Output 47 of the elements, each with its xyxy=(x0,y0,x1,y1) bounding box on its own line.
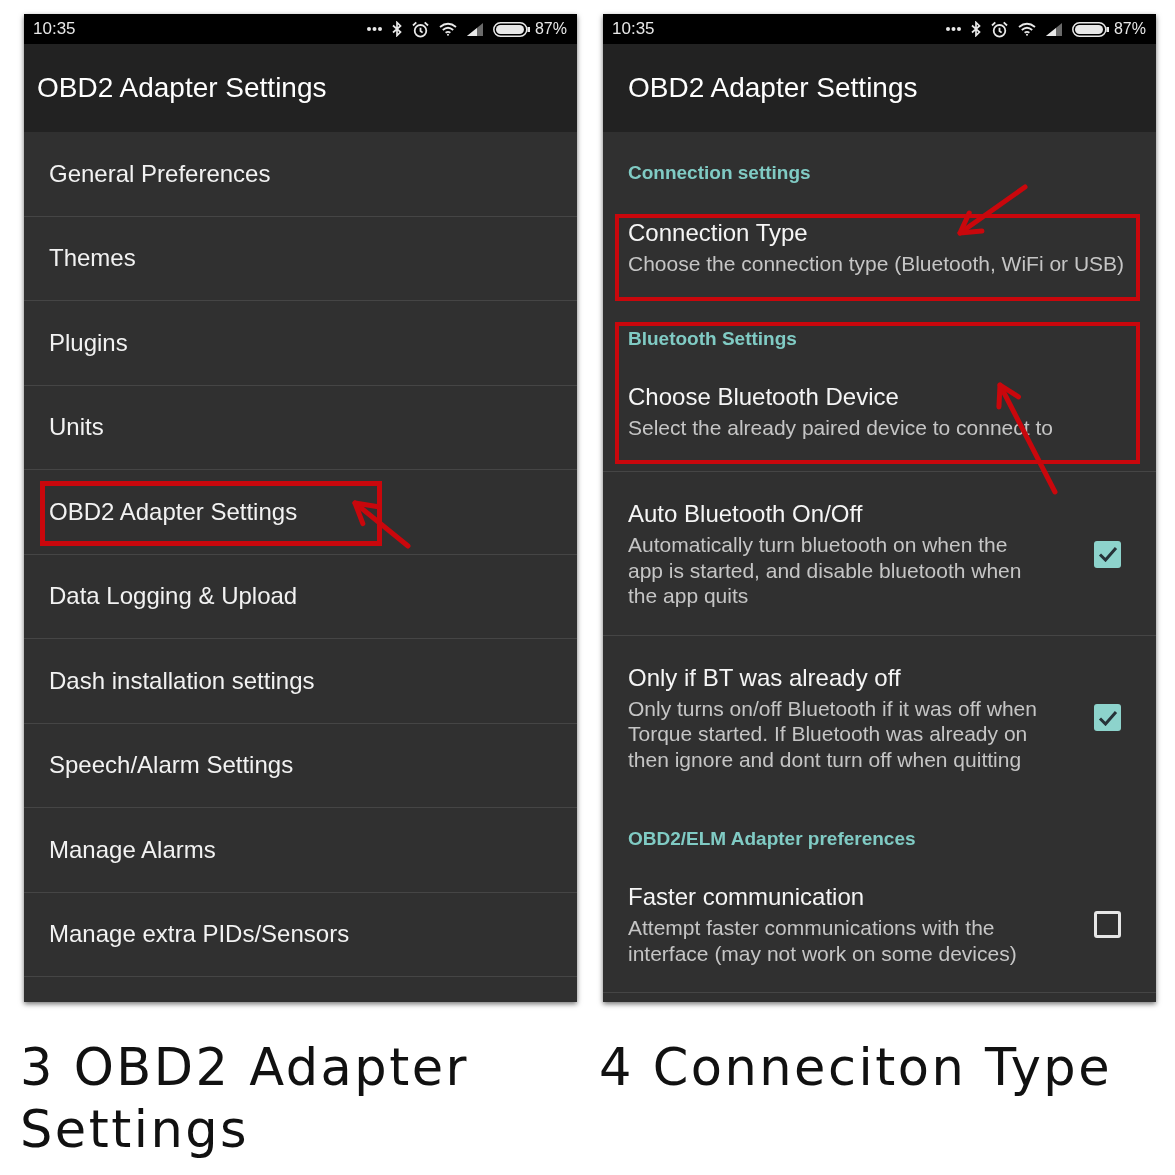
category-header: Connection settings xyxy=(627,161,812,185)
menu-item[interactable]: General Preferences xyxy=(24,132,577,216)
menu-item[interactable]: Speech/Alarm Settings xyxy=(24,723,577,807)
battery-icon xyxy=(492,21,530,37)
battery-percentage: 87% xyxy=(1113,20,1146,38)
menu-item[interactable]: Manage extra PIDs/Sensors xyxy=(24,892,577,976)
setting-summary: Attempt faster communications with the interface (may not work on some devices) xyxy=(628,915,1018,966)
setting-summary: Automatically turn bluetooth on when the app is started, and disable bluetooth when the app quits xyxy=(628,532,1023,609)
alarm-clock-icon xyxy=(411,20,429,38)
signal-icon xyxy=(1045,22,1062,36)
menu-item[interactable]: Themes xyxy=(24,216,577,300)
setting-title[interactable]: Faster communication xyxy=(628,883,1043,911)
wifi-icon xyxy=(1017,22,1036,36)
checkbox[interactable] xyxy=(1094,540,1121,568)
checkbox[interactable] xyxy=(1094,704,1121,732)
checkbox[interactable] xyxy=(1094,911,1121,938)
figure-caption: 3 OBD2 Adapter Settings xyxy=(20,1037,471,1161)
check-icon xyxy=(1097,709,1118,726)
setting-title[interactable]: Only if BT was already off xyxy=(628,663,1043,692)
menu-item[interactable]: Data Logging & Upload xyxy=(24,554,577,638)
setting-title[interactable]: Choose Bluetooth Device xyxy=(628,382,1132,411)
menu-item[interactable]: Units xyxy=(24,385,577,469)
menu-item[interactable]: Dash installation settings xyxy=(24,639,577,723)
setting-summary: Only turns on/off Bluetooth if it was off when Torque started. If Bluetooth was already on then ignore and dont turn off when quitting xyxy=(628,695,1038,772)
battery-icon xyxy=(1071,21,1109,37)
category-header: OBD2/ELM Adapter preferences xyxy=(627,827,917,851)
check-icon xyxy=(1097,546,1118,563)
battery-percentage: 87% xyxy=(534,20,567,38)
status-time: 10:35 xyxy=(33,19,76,39)
app-bar-title: OBD2 Adapter Settings xyxy=(628,72,918,104)
status-time: 10:35 xyxy=(612,19,655,39)
menu-item[interactable]: OBD2 Adapter Settings xyxy=(24,470,577,554)
dots-icon xyxy=(366,27,382,31)
figure-caption: 4 Conneciton Type xyxy=(599,1037,1114,1099)
setting-summary: Choose the connection type (Bluetooth, WiFi or USB) xyxy=(628,251,1126,277)
bluetooth-icon xyxy=(970,21,981,37)
menu-item[interactable]: Manage Alarms xyxy=(24,808,577,892)
setting-title[interactable]: Connection Type xyxy=(628,219,1132,247)
wifi-icon xyxy=(438,22,457,36)
category-header: Bluetooth Settings xyxy=(627,326,798,351)
app-bar-title: OBD2 Adapter Settings xyxy=(37,72,327,104)
alarm-clock-icon xyxy=(990,20,1008,38)
setting-title[interactable]: Auto Bluetooth On/Off xyxy=(628,500,1043,528)
bluetooth-icon xyxy=(391,21,402,37)
dots-icon xyxy=(945,27,961,31)
signal-icon xyxy=(466,22,483,36)
menu-item[interactable]: Plugins xyxy=(24,301,577,385)
